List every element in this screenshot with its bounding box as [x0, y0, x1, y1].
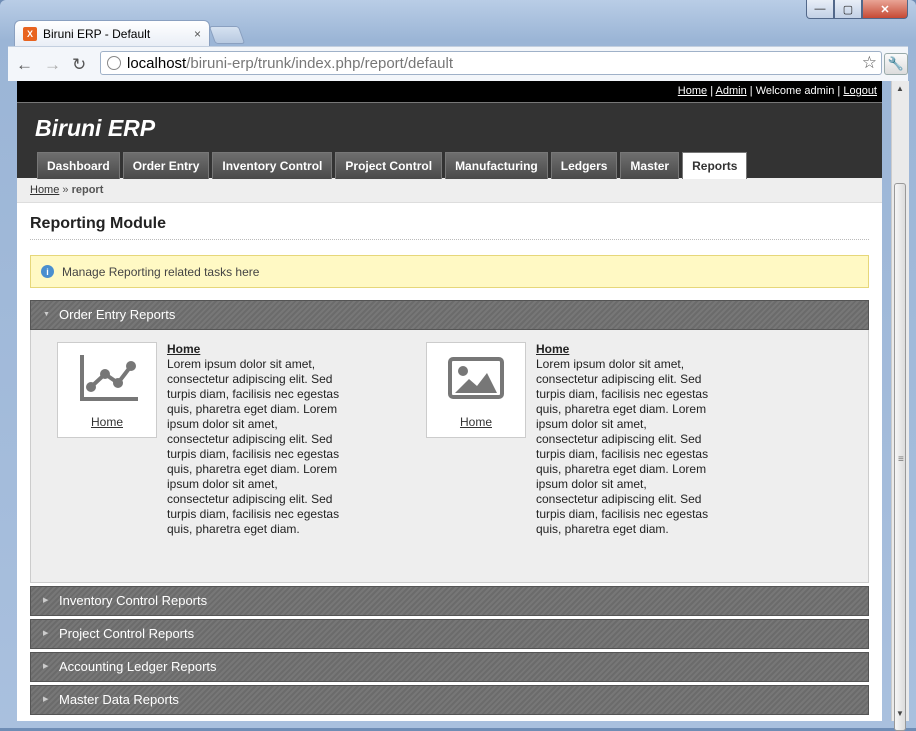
forward-icon[interactable]: →	[44, 55, 61, 75]
menu-inventory-control[interactable]: Inventory Control	[212, 152, 333, 179]
menu-manufacturing[interactable]: Manufacturing	[445, 152, 548, 179]
top-admin-link[interactable]: Admin	[716, 85, 747, 97]
maximize-button[interactable]: ▢	[834, 0, 862, 19]
bookmark-star-icon[interactable]: ☆	[862, 53, 877, 73]
tab-title: Biruni ERP - Default	[43, 26, 151, 41]
logout-link[interactable]: Logout	[843, 85, 877, 97]
menu-master[interactable]: Master	[620, 152, 680, 179]
breadcrumb-current: report	[71, 184, 104, 196]
main-menu: Dashboard Order Entry Inventory Control …	[37, 152, 748, 179]
breadcrumb-home-link[interactable]: Home	[30, 184, 59, 196]
favicon-icon: X	[23, 26, 37, 41]
collapsed-arrow-icon: ▶	[43, 663, 49, 670]
reload-icon[interactable]: ↻	[72, 55, 86, 75]
report-description: Home Lorem ipsum dolor sit amet, consect…	[167, 342, 342, 537]
section-ledger-header[interactable]: ▶ Accounting Ledger Reports	[30, 652, 869, 682]
info-icon: i	[41, 265, 54, 278]
menu-reports[interactable]: Reports	[682, 152, 748, 179]
section-title: Accounting Ledger Reports	[59, 659, 217, 674]
top-links: Home | Admin | Welcome admin | Logout	[17, 81, 882, 102]
menu-project-control[interactable]: Project Control	[335, 152, 443, 179]
browser-tab[interactable]: X Biruni ERP - Default ×	[14, 20, 210, 46]
info-message: i Manage Reporting related tasks here	[30, 255, 869, 288]
site-header: Biruni ERP Dashboard Order Entry Invento…	[17, 102, 882, 179]
collapsed-arrow-icon: ▶	[43, 597, 49, 604]
collapsed-arrow-icon: ▶	[43, 630, 49, 637]
breadcrumb-separator: »	[59, 184, 72, 196]
back-icon[interactable]: ←	[16, 55, 33, 75]
tab-close-icon[interactable]: ×	[194, 27, 201, 41]
scroll-up-icon[interactable]: ▲	[896, 84, 904, 93]
section-project-header[interactable]: ▶ Project Control Reports	[30, 619, 869, 649]
window-controls: — ▢ ✕	[806, 0, 908, 19]
menu-ledgers[interactable]: Ledgers	[550, 152, 618, 179]
address-bar[interactable]: localhost/biruni-erp/trunk/index.php/rep…	[100, 51, 882, 75]
scroll-grip-icon: ≡	[898, 454, 904, 465]
image-icon	[448, 357, 504, 399]
scroll-thumb[interactable]: ≡	[894, 183, 906, 731]
expanded-arrow-icon: ▼	[43, 311, 50, 318]
breadcrumb: Home » report	[17, 178, 882, 203]
wrench-icon[interactable]: 🔧	[884, 53, 908, 75]
report-thumbnail[interactable]: Home	[426, 342, 526, 438]
page-viewport: Home | Admin | Welcome admin | Logout Bi…	[17, 81, 882, 721]
section-order-entry-header[interactable]: ▼ Order Entry Reports	[30, 300, 869, 330]
section-title: Master Data Reports	[59, 692, 179, 707]
report-title-link[interactable]: Home	[536, 342, 711, 357]
top-home-link[interactable]: Home	[678, 85, 707, 97]
thumbnail-link[interactable]: Home	[58, 415, 156, 429]
page-icon	[107, 56, 121, 70]
info-text: Manage Reporting related tasks here	[62, 264, 260, 279]
collapsed-arrow-icon: ▶	[43, 696, 49, 703]
minimize-button[interactable]: —	[806, 0, 834, 19]
section-inventory-header[interactable]: ▶ Inventory Control Reports	[30, 586, 869, 616]
scrollbar[interactable]: ▲ ≡ ▼	[891, 81, 909, 731]
browser-toolbar: ← → ↻ localhost/biruni-erp/trunk/index.p…	[8, 46, 908, 81]
report-description: Home Lorem ipsum dolor sit amet, consect…	[536, 342, 711, 537]
reports-accordion: ▼ Order Entry Reports Home Home Lorem ip…	[30, 300, 869, 715]
report-thumbnail[interactable]: Home	[57, 342, 157, 438]
report-text: Lorem ipsum dolor sit amet, consectetur …	[536, 357, 709, 536]
section-title: Order Entry Reports	[59, 307, 176, 322]
section-order-entry-body: Home Home Lorem ipsum dolor sit amet, co…	[30, 330, 869, 583]
menu-dashboard[interactable]: Dashboard	[37, 152, 120, 179]
menu-order-entry[interactable]: Order Entry	[122, 152, 210, 179]
report-text: Lorem ipsum dolor sit amet, consectetur …	[167, 357, 340, 536]
new-tab-button[interactable]	[208, 26, 246, 44]
site-logo: Biruni ERP	[35, 115, 156, 141]
page-title: Reporting Module	[30, 215, 869, 240]
scroll-down-icon[interactable]: ▼	[896, 709, 904, 718]
thumbnail-link[interactable]: Home	[427, 415, 525, 429]
close-window-button[interactable]: ✕	[862, 0, 908, 19]
chart-icon	[80, 355, 138, 401]
section-master-header[interactable]: ▶ Master Data Reports	[30, 685, 869, 715]
section-title: Inventory Control Reports	[59, 593, 208, 608]
url-text: localhost/biruni-erp/trunk/index.php/rep…	[127, 55, 454, 72]
section-title: Project Control Reports	[59, 626, 195, 641]
welcome-text: Welcome admin	[755, 85, 835, 97]
report-title-link[interactable]: Home	[167, 342, 342, 357]
